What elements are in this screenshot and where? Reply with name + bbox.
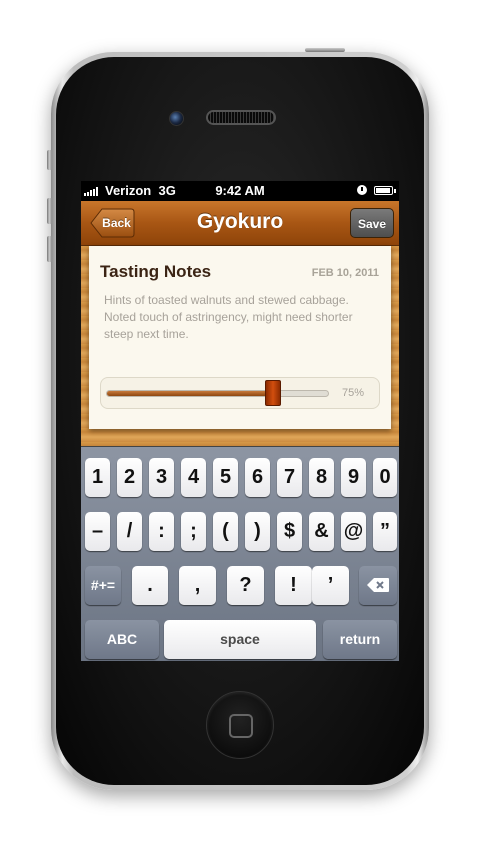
save-button[interactable]: Save [350,208,394,238]
card-title: Tasting Notes [100,262,212,281]
front-camera-icon [169,111,184,126]
status-time: 9:42 AM [215,183,265,198]
key-2[interactable]: 2 [117,458,142,497]
key-6[interactable]: 6 [245,458,270,497]
screen: Verizon 3G 9:42 AM Back Gyokuro Save Tas… [81,181,399,661]
rating-slider-track[interactable] [106,390,329,397]
card-date: FEB 10, 2011 [311,267,379,279]
status-bar: Verizon 3G 9:42 AM [81,181,399,201]
key-comma[interactable]: , [179,566,216,605]
power-button [305,48,345,52]
rating-slider-thumb[interactable] [265,380,282,406]
volume-down-button [47,236,52,262]
battery-icon [374,186,396,195]
key-at[interactable]: @ [341,512,366,551]
key-close-paren[interactable]: ) [245,512,270,551]
key-colon[interactable]: : [149,512,174,551]
rating-slider-container: 75% [100,377,380,409]
mute-switch [47,150,52,170]
key-5[interactable]: 5 [213,458,238,497]
navigation-bar: Back Gyokuro Save [81,201,399,246]
key-4[interactable]: 4 [181,458,206,497]
alarm-clock-icon [357,185,367,195]
key-slash[interactable]: / [117,512,142,551]
key-9[interactable]: 9 [341,458,366,497]
key-quote[interactable]: ” [373,512,397,551]
home-button[interactable] [206,691,274,759]
tasting-notes-card: Tasting Notes FEB 10, 2011 Hints of toas… [89,246,391,429]
key-1[interactable]: 1 [85,458,110,497]
key-7[interactable]: 7 [277,458,302,497]
key-dollar[interactable]: $ [277,512,302,551]
key-period[interactable]: . [132,566,168,605]
key-open-paren[interactable]: ( [213,512,238,551]
key-semicolon[interactable]: ; [181,512,206,551]
key-8[interactable]: 8 [309,458,334,497]
key-question[interactable]: ? [227,566,264,605]
space-key[interactable]: space [164,620,316,659]
volume-up-button [47,198,52,224]
wood-background: Tasting Notes FEB 10, 2011 Hints of toas… [81,246,399,446]
key-ampersand[interactable]: & [309,512,334,551]
key-3[interactable]: 3 [149,458,174,497]
delete-key[interactable] [359,566,397,605]
key-apostrophe[interactable]: ’ [312,566,349,605]
key-more-symbols[interactable]: #+= [85,566,121,605]
earpiece-speaker [206,110,276,125]
key-0[interactable]: 0 [373,458,397,497]
key-abc[interactable]: ABC [85,620,159,659]
return-key[interactable]: return [323,620,397,659]
notes-text[interactable]: Hints of toasted walnuts and stewed cabb… [104,292,376,343]
key-exclamation[interactable]: ! [275,566,312,605]
keyboard: 1 2 3 4 5 6 7 8 9 0 – / : ; ( ) $ & @ ” … [81,446,399,661]
rating-slider-fill [107,391,275,396]
delete-icon [367,578,389,592]
home-square-icon [229,714,253,738]
rating-percent: 75% [342,387,365,399]
key-dash[interactable]: – [85,512,110,551]
